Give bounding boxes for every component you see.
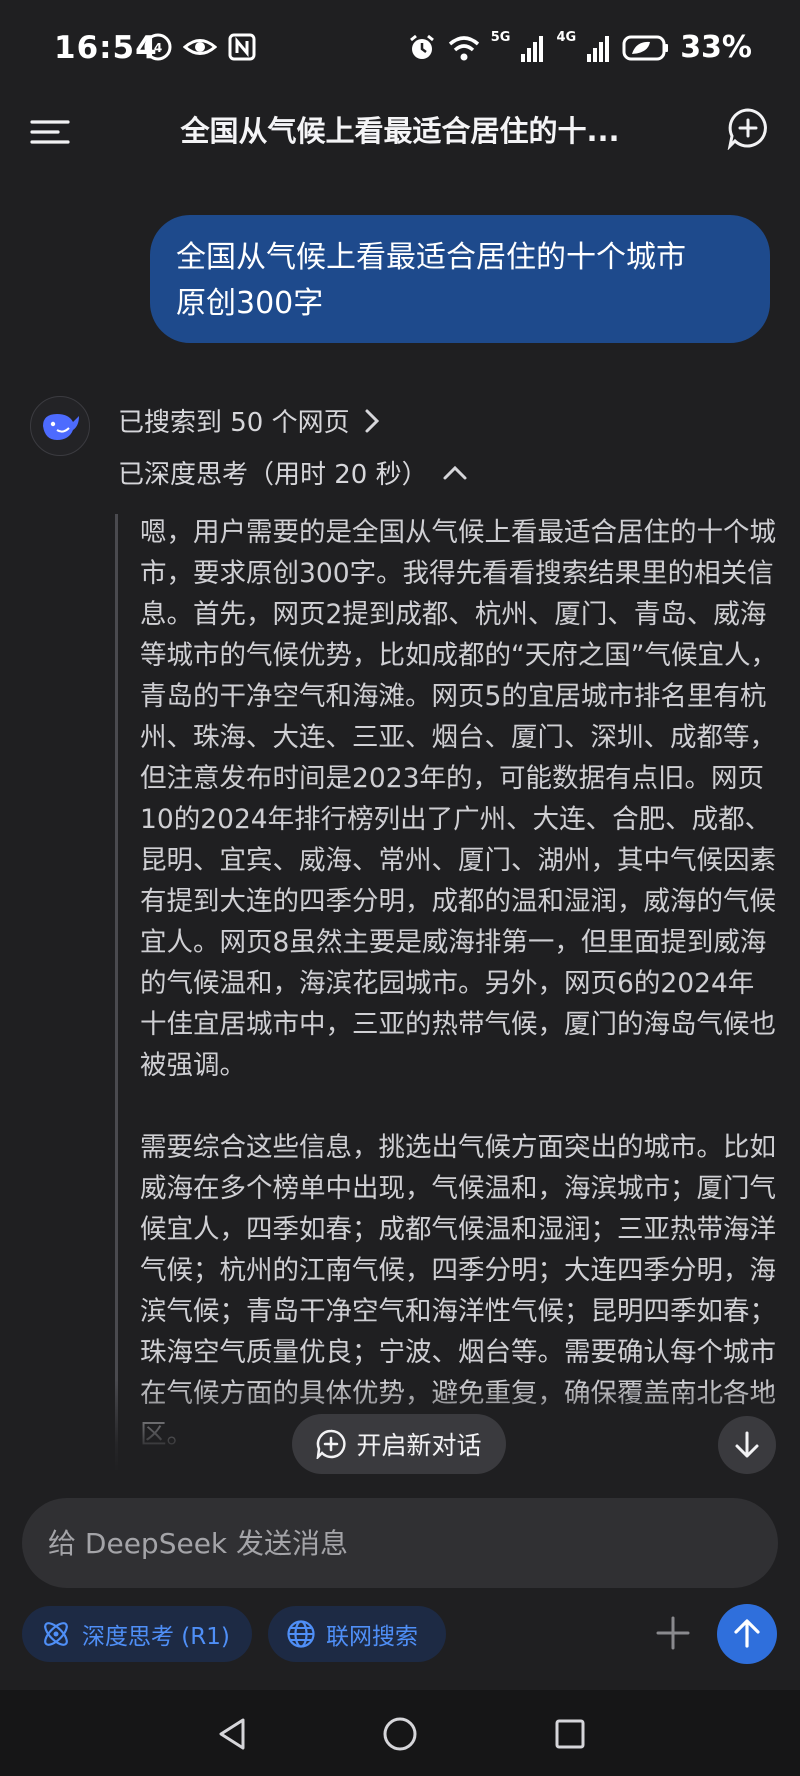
new-chat-pill-button[interactable]: 开启新对话: [292, 1414, 506, 1474]
nfc-icon: [228, 33, 256, 61]
search-results-label: 已搜索到 50 个网页: [118, 408, 350, 438]
network-4g-label: 4G: [556, 30, 577, 45]
signal-4g-icon: [587, 35, 610, 62]
thought-content: 嗯，用户需要的是全国从气候上看最适合居住的十个城市，要求原创300字。我得先看看…: [140, 512, 780, 1470]
globe-icon: [287, 1620, 315, 1648]
arrow-down-icon: [735, 1431, 759, 1458]
chevron-up-icon: [443, 465, 467, 479]
status-bar: 16:54 4 5G 4G 33%: [0, 0, 800, 96]
nav-recents-button[interactable]: [550, 1714, 590, 1754]
recents-square-icon: [555, 1719, 585, 1749]
search-results-toggle[interactable]: 已搜索到 50 个网页: [118, 402, 380, 439]
web-search-toggle[interactable]: 联网搜索: [268, 1606, 446, 1662]
user-message-text: 全国从气候上看最适合居住的十个城市 原创300字: [176, 240, 686, 321]
deep-think-toggle[interactable]: 深度思考 (R1): [22, 1606, 252, 1662]
chat-header: 全国从气候上看最适合居住的十...: [0, 96, 800, 192]
system-nav-bar: [0, 1690, 800, 1776]
thought-paragraph: 需要综合这些信息，挑选出气候方面突出的城市。比如威海在多个榜单中出现，气候温和，…: [140, 1132, 776, 1450]
arrow-up-icon: [734, 1619, 760, 1648]
network-5g-label: 5G: [490, 30, 511, 45]
message-input[interactable]: [22, 1498, 778, 1588]
signal-5g-icon: [521, 35, 544, 62]
battery-icon: [622, 35, 669, 60]
deepseek-whale-icon: [43, 414, 79, 440]
attach-button[interactable]: [650, 1610, 696, 1656]
svg-text:4: 4: [154, 41, 162, 55]
thinking-toggle[interactable]: 已深度思考（用时 20 秒）: [118, 454, 468, 491]
new-chat-pill-label: 开启新对话: [356, 1431, 482, 1460]
assistant-avatar: [30, 396, 90, 456]
back-triangle-icon: [219, 1718, 245, 1750]
send-button[interactable]: [717, 1604, 777, 1664]
eye-icon: [183, 39, 217, 55]
menu-icon: [30, 120, 70, 144]
new-chat-icon: [316, 1429, 347, 1459]
plus-icon: [656, 1616, 690, 1650]
deep-think-label: 深度思考 (R1): [82, 1624, 230, 1650]
home-circle-icon: [383, 1717, 417, 1751]
nav-home-button[interactable]: [380, 1714, 420, 1754]
scroll-to-bottom-button[interactable]: [718, 1416, 776, 1474]
chevron-right-icon: [365, 409, 379, 432]
menu-button[interactable]: [28, 110, 72, 154]
thinking-status-label: 已深度思考（用时 20 秒）: [118, 460, 428, 490]
chat-title: 全国从气候上看最适合居住的十...: [180, 114, 620, 148]
status-right-icons: 5G 4G 33%: [407, 30, 752, 65]
alarm-icon: [409, 34, 434, 59]
user-message-bubble[interactable]: 全国从气候上看最适合居住的十个城市 原创300字: [150, 215, 770, 343]
data-saver-icon: 4: [144, 33, 172, 61]
atom-icon: [44, 1622, 68, 1646]
status-left-icons: 4: [143, 32, 257, 62]
new-chat-button[interactable]: [726, 106, 770, 151]
nav-back-button[interactable]: [212, 1714, 252, 1754]
wifi-icon: [448, 35, 479, 60]
thought-divider: [115, 514, 118, 1470]
new-chat-icon: [727, 108, 767, 151]
web-search-label: 联网搜索: [326, 1624, 418, 1650]
thought-paragraph: 嗯，用户需要的是全国从气候上看最适合居住的十个城市，要求原创300字。我得先看看…: [140, 517, 777, 1081]
battery-percent: 33%: [680, 30, 752, 65]
